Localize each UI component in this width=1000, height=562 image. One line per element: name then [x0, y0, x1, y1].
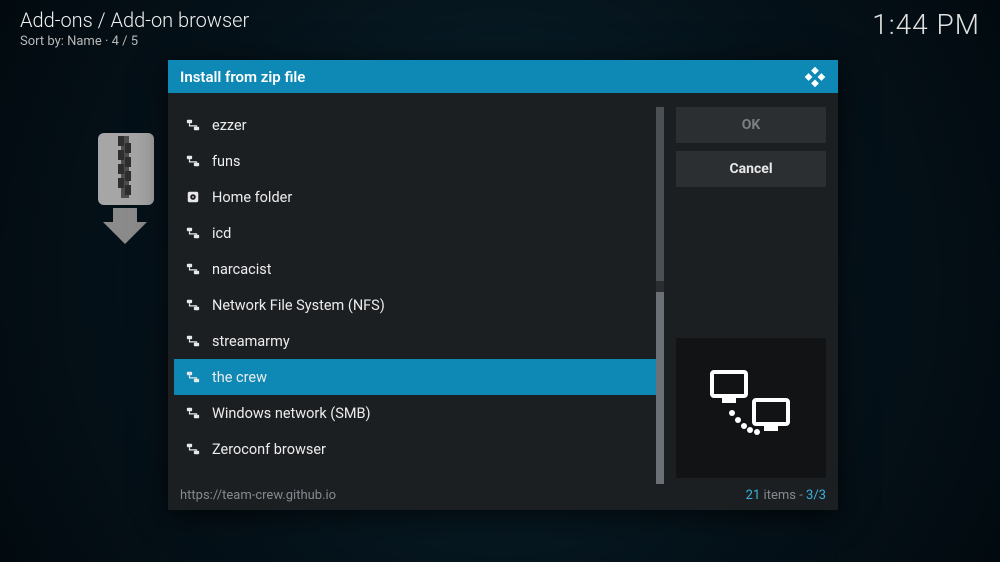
- list-item[interactable]: streamarmy: [174, 323, 662, 359]
- list-item-label: funs: [212, 153, 241, 170]
- scrollbar-thumb-lower[interactable]: [656, 292, 664, 484]
- disk-icon: [186, 190, 200, 204]
- list-item-label: Zeroconf browser: [212, 441, 326, 458]
- list-item[interactable]: ezzer: [174, 107, 662, 143]
- scrollbar-thumb[interactable]: [656, 107, 664, 281]
- preview-thumbnail: [676, 338, 826, 478]
- install-from-zip-dialog: Install from zip file ezzer funs Home fold…: [168, 60, 838, 510]
- list-item-label: streamarmy: [212, 333, 290, 350]
- list-item-label: icd: [212, 225, 231, 242]
- clock: 1:44 PM: [872, 8, 980, 41]
- network-icon: [186, 154, 200, 168]
- list-item[interactable]: Zeroconf browser: [174, 431, 662, 467]
- list-item[interactable]: Home folder: [174, 179, 662, 215]
- network-icon: [186, 298, 200, 312]
- sort-indicator: Sort by: Name · 4 / 5: [20, 34, 249, 49]
- list-item[interactable]: narcacist: [174, 251, 662, 287]
- list-item[interactable]: funs: [174, 143, 662, 179]
- ok-button[interactable]: OK: [676, 107, 826, 143]
- network-icon: [186, 334, 200, 348]
- network-icon: [186, 226, 200, 240]
- list-item[interactable]: Network File System (NFS): [174, 287, 662, 323]
- network-icon: [186, 118, 200, 132]
- network-icon: [186, 370, 200, 384]
- dialog-title-bar: Install from zip file: [168, 60, 838, 93]
- dialog-title: Install from zip file: [180, 68, 305, 86]
- cancel-button[interactable]: Cancel: [676, 151, 826, 187]
- kodi-logo-icon: [804, 66, 826, 88]
- network-icon: [186, 406, 200, 420]
- footer-url: https://team-crew.github.io: [180, 488, 336, 503]
- list-item-label: Windows network (SMB): [212, 405, 371, 422]
- footer-count: 21 items - 3/3: [746, 488, 826, 503]
- list-item-label: Home folder: [212, 189, 292, 206]
- network-icon: [186, 442, 200, 456]
- network-icon: [186, 262, 200, 276]
- zip-download-icon: [95, 130, 170, 249]
- list-item[interactable]: the crew: [174, 359, 662, 395]
- scrollbar[interactable]: [656, 107, 664, 467]
- list-item[interactable]: Windows network (SMB): [174, 395, 662, 431]
- breadcrumb: Add-ons / Add-on browser: [20, 8, 249, 32]
- list-item[interactable]: icd: [174, 215, 662, 251]
- list-item-label: narcacist: [212, 261, 272, 278]
- list-item-label: Network File System (NFS): [212, 297, 385, 314]
- list-item-label: ezzer: [212, 117, 247, 134]
- list-item-label: the crew: [212, 369, 267, 386]
